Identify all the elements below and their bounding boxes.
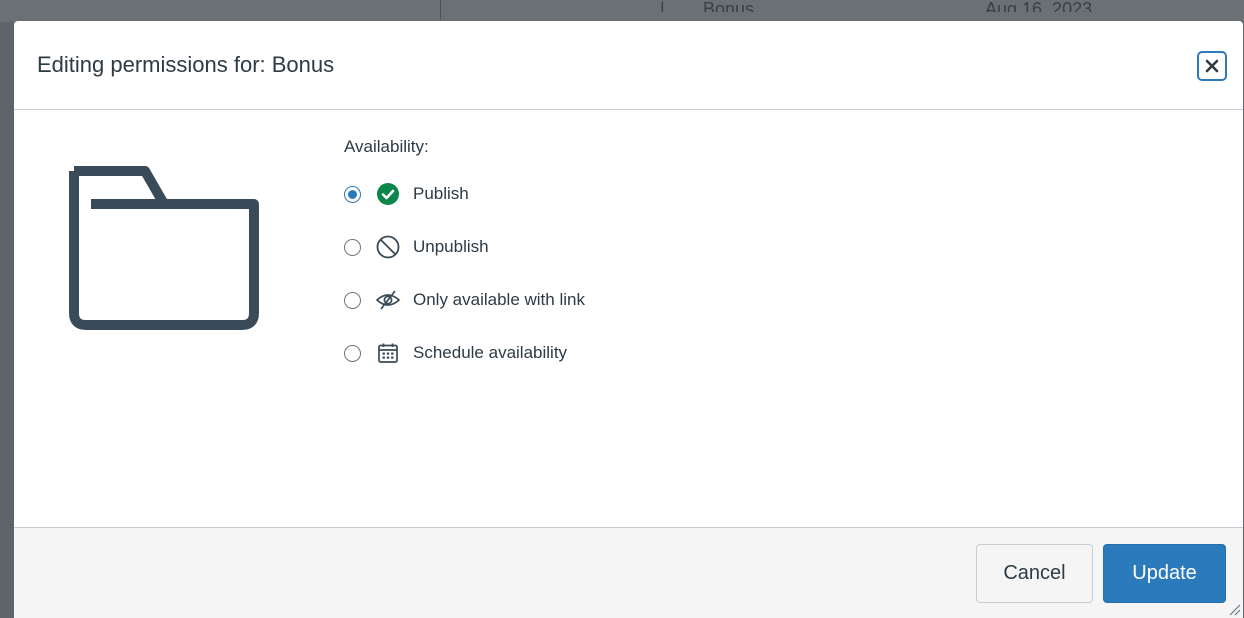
edit-permissions-dialog: Editing permissions for: Bonus Availabil… [14, 21, 1243, 618]
dialog-footer: Cancel Update [14, 527, 1243, 618]
dialog-body: Availability: Publish Unpublish Only ava… [14, 111, 1243, 527]
close-button[interactable] [1197, 51, 1227, 81]
eye-slash-icon [375, 287, 401, 313]
radio-schedule[interactable] [344, 344, 361, 362]
radio-link-only[interactable] [344, 291, 361, 309]
update-button[interactable]: Update [1103, 544, 1226, 603]
dialog-header: Editing permissions for: Bonus [14, 21, 1243, 110]
radio-unpublish[interactable] [344, 238, 361, 256]
option-publish-label: Publish [413, 184, 469, 203]
option-unpublish-label: Unpublish [413, 237, 489, 256]
radio-publish[interactable] [344, 185, 361, 203]
published-check-icon [375, 181, 401, 207]
option-link-only-label: Only available with link [413, 290, 585, 309]
availability-group: Availability: Publish Unpublish Only ava… [344, 137, 585, 391]
availability-label: Availability: [344, 137, 429, 156]
option-publish[interactable]: Publish [344, 179, 585, 209]
option-link-only[interactable]: Only available with link [344, 285, 585, 315]
option-unpublish[interactable]: Unpublish [344, 232, 585, 262]
calendar-icon [375, 340, 401, 366]
folder-icon [69, 166, 259, 330]
cancel-button[interactable]: Cancel [976, 544, 1093, 603]
close-icon [1205, 59, 1219, 73]
background-row-name: Bonus [703, 0, 755, 12]
background-row-marker: | [660, 0, 665, 12]
background-column-divider [440, 0, 441, 20]
unpublish-circle-slash-icon [375, 234, 401, 260]
resize-grip-icon[interactable] [1227, 602, 1241, 616]
background-row-date: Aug 16, 2023 [985, 0, 1093, 12]
dialog-title: Editing permissions for: Bonus [37, 52, 335, 77]
option-schedule[interactable]: Schedule availability [344, 338, 585, 368]
option-schedule-label: Schedule availability [413, 343, 568, 362]
